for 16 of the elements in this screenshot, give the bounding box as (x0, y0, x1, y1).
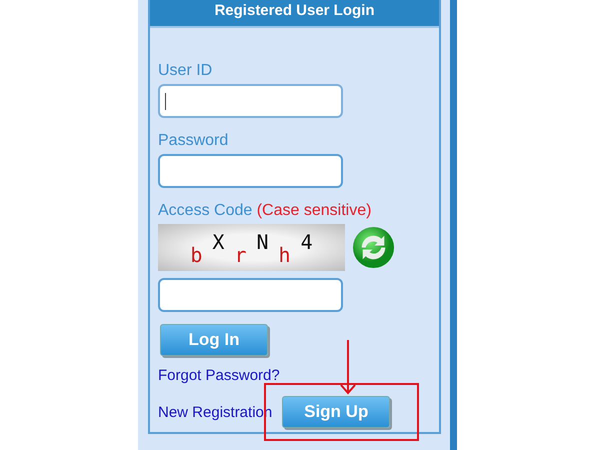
password-field[interactable] (158, 154, 343, 188)
field-label: Password (158, 132, 230, 150)
panel-title: Registered User Login (150, 0, 439, 28)
refresh-icon[interactable] (352, 226, 395, 269)
forgot-password-link[interactable]: Forgot Password? (158, 367, 280, 384)
captcha-char: N (256, 230, 269, 254)
captcha-char: h (278, 242, 291, 266)
captcha-char: X (212, 230, 224, 254)
access-code-label: Access Code (Case sensitive) (158, 202, 372, 220)
captcha-char: b (190, 242, 202, 266)
field-label: User ID (158, 62, 214, 80)
captcha-char: 4 (300, 230, 313, 254)
annotation-arrow (340, 340, 356, 395)
access-code-field[interactable] (158, 278, 343, 312)
captcha-char: r (234, 242, 246, 266)
user-id-field[interactable] (158, 84, 343, 118)
